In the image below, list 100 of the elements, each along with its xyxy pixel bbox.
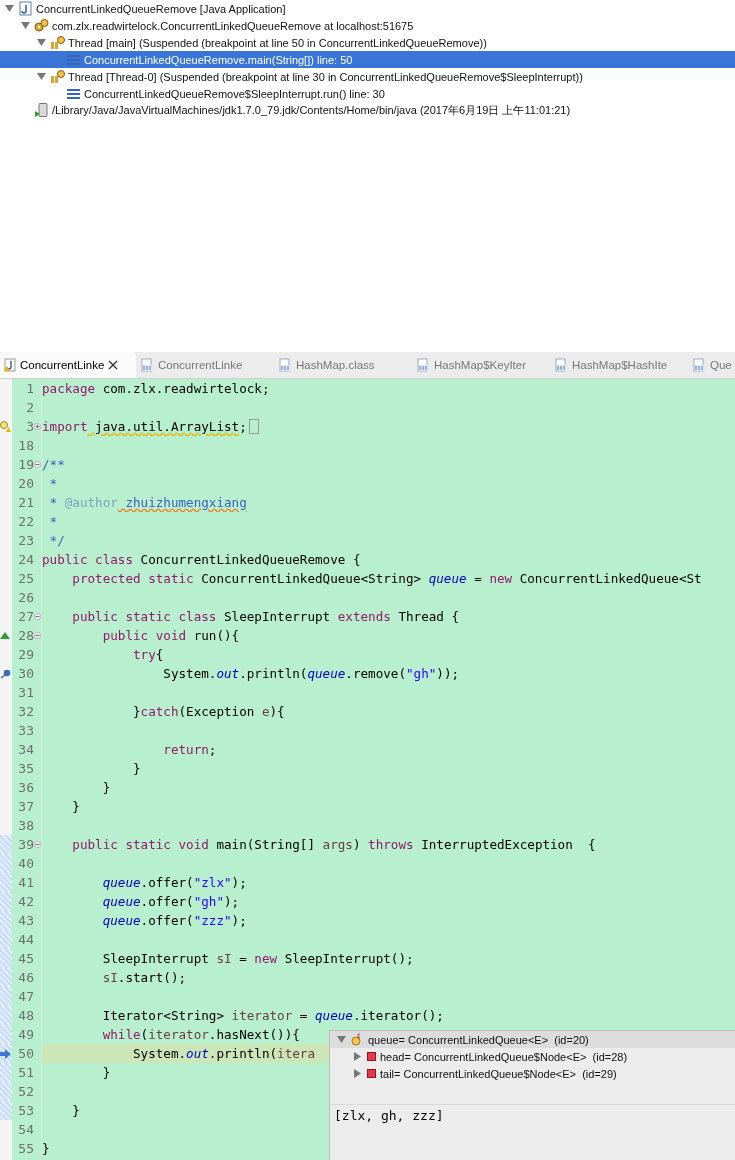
class-file-icon [278,358,292,372]
code-line: } [101,779,111,797]
line-number: 26 [17,589,34,607]
line-number: 48 [17,1007,34,1025]
thread-icon [50,69,65,84]
code-line: public void run(){ [101,627,240,645]
line-number: 32 [17,703,34,721]
code-line: } [42,1140,50,1158]
variable-row[interactable]: tail= ConcurrentLinkedQueue$Node<E> (id=29) [330,1065,735,1082]
line-number: 53 [17,1102,34,1120]
line-number: 22 [17,513,34,531]
line-number: 20 [17,475,34,493]
collapse-icon[interactable] [34,613,41,620]
code-line: while(iterator.hasNext()){ [101,1026,300,1044]
code-line: try{ [132,646,164,664]
line-number: 30 [17,665,34,683]
code-line: * [48,513,58,531]
class-file-icon [554,358,568,372]
line-number: 29 [17,646,34,664]
arrow-icon[interactable] [0,1048,11,1059]
line-number: 21 [17,494,34,512]
line-number: 46 [17,969,34,987]
line-number: 1 [25,380,34,398]
collapse-icon[interactable] [34,461,41,468]
code-line: queue.offer("zlx"); [101,874,247,892]
line-number: 19 [17,456,34,474]
line-number: 42 [17,893,34,911]
line-number: 54 [17,1121,34,1139]
variable-row[interactable]: head= ConcurrentLinkedQueue$Node<E> (id=28) [330,1048,735,1065]
line-number: 24 [17,551,34,569]
line-number: 23 [17,532,34,550]
expanded-arrow-icon[interactable] [4,3,15,14]
code-line: package com.zlx.readwirtelock; [42,380,270,398]
editor-tab[interactable]: ConcurrentLinke [0,352,136,378]
code-line: public class ConcurrentLinkedQueueRemove { [42,551,361,569]
thread-icon [50,35,65,50]
warning-bulb-icon[interactable] [0,420,11,433]
line-number: 43 [17,912,34,930]
java-file-icon [4,358,16,372]
line-number: 38 [17,817,34,835]
tree-item[interactable]: Thread [main] (Suspended (breakpoint at line 50 in ConcurrentLinkedQueueRemove)) [0,34,735,51]
line-number: 35 [17,760,34,778]
line-number: 36 [17,779,34,797]
class-file-icon [140,358,154,372]
expanded-arrow-icon[interactable] [36,71,47,82]
code-line: } [132,760,141,778]
line-number: 51 [17,1064,34,1082]
expanded-arrow-icon[interactable] [20,20,31,31]
line-number: 2 [25,399,34,417]
tree-item[interactable]: com.zlx.readwirtelock.ConcurrentLinkedQueueRemove at localhost:51675 [0,17,735,34]
variable-row[interactable]: queue= ConcurrentLinkedQueue<E> (id=20) [330,1031,735,1048]
code-line: */ [48,532,65,550]
line-number: 45 [17,950,34,968]
close-icon[interactable] [108,360,119,370]
collapsed-arrow-icon[interactable] [352,1051,363,1062]
code-line: /** [42,456,65,474]
gears-icon [34,18,49,33]
code-line: } [101,1064,111,1082]
java-file-icon [18,1,33,16]
line-number: 28 [17,627,34,645]
line-number: 3 [25,418,34,436]
detail-value: [zlx, gh, zzz] [333,1107,445,1125]
code-line: SleepInterrupt sI = new SleepInterrupt(); [101,950,414,968]
tree-item[interactable]: Thread [Thread-0] (Suspended (breakpoint at line 30 in ConcurrentLinkedQueueRemove$SleepInterrupt)) [0,68,735,85]
line-number: 37 [17,798,34,816]
editor-tab[interactable]: HashMap.class [274,352,412,378]
code-line: public static class SleepInterrupt extends Thread { [71,608,460,626]
line-number: 49 [17,1026,34,1044]
line-number: 50 [17,1045,34,1063]
code-line: sI.start(); [101,969,187,987]
collapse-icon[interactable] [34,632,41,639]
collapse-icon[interactable] [34,841,41,848]
collapsed-arrow-icon[interactable] [352,1068,363,1079]
expanded-arrow-icon[interactable] [336,1034,347,1045]
tree-item[interactable]: /Library/Java/JavaVirtualMachines/jdk1.7.0_79.jdk/Contents/Home/bin/java (2017年6月19日 上午11:01:21) [0,102,735,119]
editor-tab[interactable]: HashMap$HashIte [550,352,688,378]
code-line: import java.util.ArrayList; [42,418,247,436]
line-number: 40 [17,855,34,873]
line-number: 55 [17,1140,34,1158]
folded-code-icon[interactable] [248,419,259,434]
editor-tab[interactable]: ConcurrentLinke [136,352,274,378]
expand-icon[interactable] [34,423,41,430]
expanded-arrow-icon[interactable] [36,37,47,48]
editor-tab[interactable]: HashMap$KeyIter [412,352,550,378]
process-icon [34,103,49,118]
tree-item[interactable]: ConcurrentLinkedQueueRemove.main(String[]) line: 50 [0,51,735,68]
breakpoint-icon[interactable] [0,668,11,679]
editor-tab[interactable]: Que [688,352,735,378]
tree-item[interactable]: ConcurrentLinkedQueueRemove$SleepInterrupt.run() line: 30 [0,85,735,102]
code-line: queue.offer("zzz"); [101,912,247,930]
class-file-icon [416,358,430,372]
class-file-icon [692,358,706,372]
line-number: 25 [17,570,34,588]
line-number: 52 [17,1083,34,1101]
line-number: 41 [17,874,34,892]
tree-item[interactable]: ConcurrentLinkedQueueRemove [Java Application] [0,0,735,17]
code-line: } [71,798,80,816]
code-line: protected static ConcurrentLinkedQueue<String> queue = new ConcurrentLinkedQueue<St [71,570,702,588]
code-line: queue.offer("gh"); [101,893,240,911]
triangle-icon[interactable] [0,632,10,639]
